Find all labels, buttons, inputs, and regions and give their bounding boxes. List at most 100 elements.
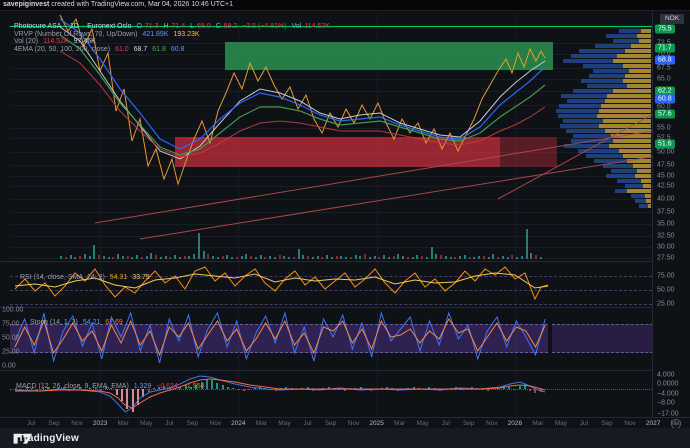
currency-button[interactable]: NOK bbox=[660, 14, 684, 24]
series-layer bbox=[0, 11, 690, 429]
tradingview-chart-window: savepiginvest created with TradingView.c… bbox=[0, 0, 690, 448]
time-label: 2025 bbox=[369, 420, 383, 427]
chart-area[interactable]: Photocure ASA·1D·Euronext Oslo O71.3 H71… bbox=[0, 10, 690, 428]
time-label: Nov bbox=[624, 420, 636, 427]
price-badge-blue: 68.8 bbox=[655, 56, 675, 65]
macd-value-3: −1.954 bbox=[183, 383, 205, 390]
time-label: May bbox=[417, 420, 429, 427]
indicator-tick-label: −8.00 bbox=[657, 400, 675, 407]
time-label: 2023 bbox=[93, 420, 107, 427]
time-label: 2024 bbox=[231, 420, 245, 427]
tradingview-logo-icon[interactable] bbox=[12, 432, 34, 445]
price-badge-blue: 60.8 bbox=[655, 95, 675, 104]
change-value: −3.5 (−4.81%) bbox=[242, 23, 286, 30]
stoch-label: Stoch (14, 1, 3) bbox=[30, 319, 78, 326]
indicator-tick-label: −4.000 bbox=[657, 391, 679, 398]
low-value: 68.0 bbox=[197, 23, 211, 30]
time-label: May bbox=[140, 420, 152, 427]
time-label: Jul bbox=[580, 420, 588, 427]
price-tick-label: 45.00 bbox=[657, 173, 675, 180]
macd-value-2: −0.624 bbox=[156, 383, 178, 390]
price-tick-label: 55.0 bbox=[657, 125, 671, 132]
time-label: Sep bbox=[601, 420, 613, 427]
price-tick-label: 30.00 bbox=[657, 244, 675, 251]
legend-macd-row[interactable]: MACD (12, 26, close, 9, EMA, EMA) 1.329 … bbox=[16, 383, 207, 391]
price-tick-label: 65.0 bbox=[657, 76, 671, 83]
stoch-tick-label: 50.00 bbox=[2, 335, 20, 342]
time-label: Nov bbox=[210, 420, 222, 427]
stoch-value-1: 54.21 bbox=[83, 319, 101, 326]
rsi-value-2: 33.75 bbox=[132, 274, 150, 281]
price-badge-green: 57.6 bbox=[655, 110, 675, 119]
footer-bar: TradingView bbox=[0, 428, 690, 448]
legend-stoch-row[interactable]: Stoch (14, 1, 3) 54.21 67.69 bbox=[30, 319, 126, 327]
rsi-value-1: 54.31 bbox=[110, 274, 128, 281]
price-tick-label: 67.5 bbox=[657, 65, 671, 72]
author-name: savepiginvest bbox=[3, 1, 49, 8]
legend-rsi-row[interactable]: RSI (14, close, SMA, 14, 2) 54.31 33.75 bbox=[20, 274, 153, 282]
time-label: Sep bbox=[325, 420, 337, 427]
close-value: 69.2 bbox=[224, 23, 238, 30]
macd-label: MACD (12, 26, close, 9, EMA, EMA) bbox=[16, 383, 129, 390]
pane-separator-rsi[interactable] bbox=[0, 261, 690, 262]
time-label: Mar bbox=[532, 420, 543, 427]
price-tick-label: 47.50 bbox=[657, 162, 675, 169]
trendline-2 bbox=[140, 151, 688, 239]
time-label: May bbox=[555, 420, 567, 427]
pane-separator-stoch[interactable] bbox=[0, 307, 690, 308]
time-label: Nov bbox=[348, 420, 360, 427]
legend-ema-row[interactable]: 4EMA (20, 50, 100, 200, close) 61.0 68.7… bbox=[14, 46, 187, 54]
stoch-value-2: 67.69 bbox=[105, 319, 123, 326]
price-badge-green: 71.7 bbox=[655, 44, 675, 53]
ema-value-2: 68.7 bbox=[134, 46, 148, 53]
high-value: 71.4 bbox=[172, 23, 186, 30]
price-tick-label: 40.00 bbox=[657, 196, 675, 203]
time-label: Sep bbox=[463, 420, 475, 427]
stoch-tick-label: 0.00 bbox=[2, 363, 16, 370]
price-tick-label: 50.00 bbox=[657, 149, 675, 156]
indicator-tick-label: 25.00 bbox=[657, 301, 675, 308]
price-tick-label: 35.00 bbox=[657, 221, 675, 228]
vol-label: Vol (20) bbox=[14, 38, 38, 45]
time-label: Nov bbox=[486, 420, 498, 427]
price-tick-label: 37.50 bbox=[657, 209, 675, 216]
time-label: Sep bbox=[48, 420, 60, 427]
ema20-line bbox=[60, 19, 545, 149]
time-label: Nov bbox=[71, 420, 83, 427]
stoch-tick-label: 25.00 bbox=[2, 349, 20, 356]
time-label: 2026 bbox=[508, 420, 522, 427]
time-label: Sep bbox=[186, 420, 198, 427]
stoch-tick-label: 100.00 bbox=[2, 307, 23, 314]
stoch-tick-label: 75.00 bbox=[2, 321, 20, 328]
price-tick-label: 27.50 bbox=[657, 255, 675, 262]
symbol-name: Photocure ASA bbox=[14, 23, 61, 30]
macd-line bbox=[15, 376, 545, 412]
ema-label: 4EMA (20, 50, 100, 200, close) bbox=[14, 46, 110, 53]
price-axis[interactable]: NOK 72.570.067.565.060.055.052.550.0047.… bbox=[652, 11, 690, 417]
vol-value-1: 114.52K bbox=[43, 38, 69, 45]
indicator-tick-label: 75.00 bbox=[657, 273, 675, 280]
time-label: Mar bbox=[394, 420, 405, 427]
ema-value-4: 60.8 bbox=[171, 46, 185, 53]
vrvp-value-1: 421.89K bbox=[142, 31, 168, 38]
interval-label: 1D bbox=[70, 23, 79, 30]
time-label: Mar bbox=[118, 420, 129, 427]
pane-separator-macd[interactable] bbox=[0, 370, 690, 371]
open-value: 71.3 bbox=[145, 23, 159, 30]
indicator-tick-label: 0.0000 bbox=[657, 381, 678, 388]
price-tick-label: 42.50 bbox=[657, 183, 675, 190]
time-label: Mar bbox=[256, 420, 267, 427]
vrvp-label: VRVP (Number Of Rows, 70, Up/Down) bbox=[14, 31, 137, 38]
price-tick-label: 32.50 bbox=[657, 233, 675, 240]
indicator-tick-label: 4.000 bbox=[657, 372, 675, 379]
vol-value-2: 97.46K bbox=[74, 38, 96, 45]
title-bar: savepiginvest created with TradingView.c… bbox=[0, 0, 690, 10]
time-label: Jul bbox=[27, 420, 35, 427]
time-label: Jul bbox=[442, 420, 450, 427]
indicator-tick-label: 50.00 bbox=[657, 287, 675, 294]
exchange-label: Euronext Oslo bbox=[87, 23, 131, 30]
time-label: May bbox=[278, 420, 290, 427]
rsi-label: RSI (14, close, SMA, 14, 2) bbox=[20, 274, 105, 281]
price-line bbox=[60, 15, 545, 184]
time-label: Jul bbox=[303, 420, 311, 427]
